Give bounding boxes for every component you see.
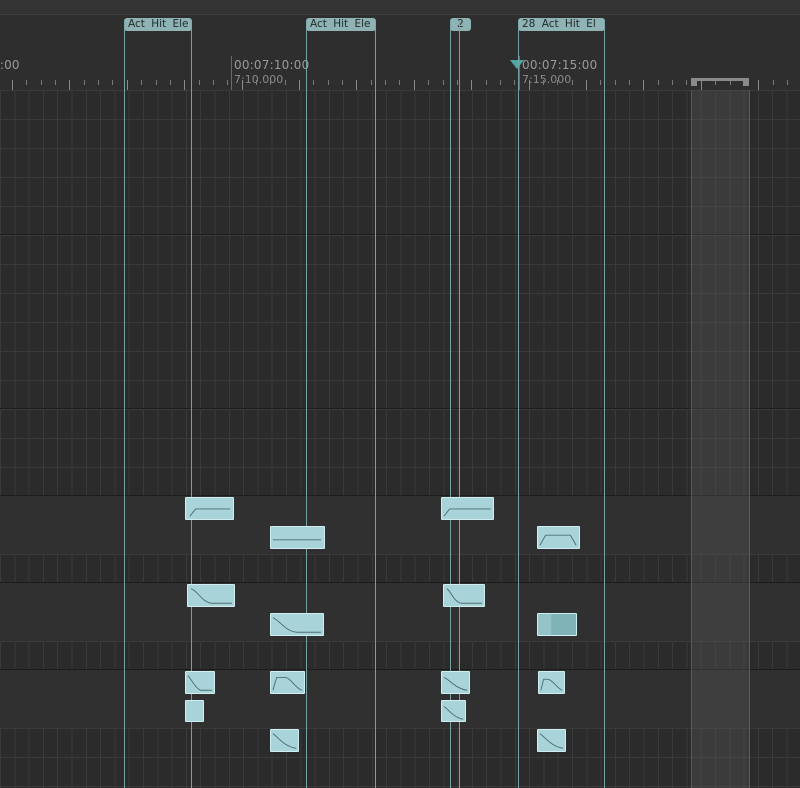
audio-clip[interactable] xyxy=(185,700,204,722)
ruler-tick xyxy=(55,80,56,85)
ruler-tick xyxy=(141,80,142,85)
ruler-tick xyxy=(26,80,27,85)
audio-clip[interactable] xyxy=(185,671,215,694)
marker-tag-4[interactable]: 28 Act Hit El xyxy=(518,18,605,31)
audio-clip[interactable] xyxy=(537,729,566,752)
audio-clip[interactable] xyxy=(185,497,234,520)
audio-clip[interactable] xyxy=(270,613,324,636)
ruler-tick xyxy=(643,80,644,90)
lane-divider xyxy=(0,408,800,409)
time-label-prev: 5:00 xyxy=(0,58,20,72)
ruler-tick xyxy=(586,80,587,90)
marker-tag-3[interactable]: 2 xyxy=(450,18,471,31)
marker-line xyxy=(124,20,125,788)
loop-region[interactable] xyxy=(691,90,750,788)
ruler-tick xyxy=(500,80,501,85)
audio-clip[interactable] xyxy=(270,671,305,694)
marker-line xyxy=(375,20,376,788)
audio-clip[interactable] xyxy=(441,700,466,722)
ruler-tick xyxy=(199,80,200,85)
ruler-tick xyxy=(69,80,70,90)
audio-clip[interactable] xyxy=(441,497,494,520)
ruler-tick xyxy=(471,80,472,90)
loop-range-handle-icon[interactable] xyxy=(691,78,749,88)
ruler-tick xyxy=(443,80,444,85)
ruler-tick xyxy=(773,80,774,85)
ruler-tick xyxy=(787,80,788,85)
time-label-7-10: 00:07:10:00 xyxy=(234,58,310,72)
ruler-tick xyxy=(686,80,687,85)
timeline-ruler[interactable]: 5:00 00:07:10:00 7:10.000 00:07:15:00 7:… xyxy=(0,0,800,90)
audio-clip[interactable] xyxy=(270,729,299,752)
audio-clip[interactable] xyxy=(187,584,235,607)
ruler-tick xyxy=(285,80,286,85)
ruler-tick xyxy=(112,80,113,85)
ruler-tick xyxy=(543,80,544,85)
lane-divider xyxy=(0,582,800,583)
audio-clip[interactable] xyxy=(537,613,577,636)
ruler-tick xyxy=(12,80,13,90)
ruler-tick xyxy=(213,80,214,85)
ruler-tick xyxy=(658,80,659,85)
audio-clip[interactable] xyxy=(441,671,470,694)
ruler-tick xyxy=(313,80,314,85)
ruler-tick xyxy=(41,80,42,85)
ruler-tick xyxy=(514,80,515,85)
ruler-tick xyxy=(156,80,157,85)
ruler-tick xyxy=(184,80,185,90)
marker-tag-2[interactable]: Act Hit Ele xyxy=(306,18,376,31)
lane-divider xyxy=(0,234,800,235)
marker-tag-1[interactable]: Act Hit Ele xyxy=(124,18,192,31)
ruler-tick xyxy=(342,80,343,85)
ruler-tick xyxy=(600,80,601,85)
ruler-ticks xyxy=(0,80,800,90)
lane-divider xyxy=(0,495,800,496)
ruler-tick xyxy=(486,80,487,85)
audio-clip[interactable] xyxy=(538,671,565,694)
ruler-tick xyxy=(615,80,616,85)
ruler-tick xyxy=(457,80,458,85)
audio-clip[interactable] xyxy=(537,526,580,549)
ruler-tick xyxy=(84,80,85,85)
ruler-tick xyxy=(127,80,128,90)
ruler-tick xyxy=(227,80,228,85)
marker-line xyxy=(518,20,519,788)
track-lane-highlight xyxy=(0,496,800,554)
ruler-tick xyxy=(672,80,673,85)
ruler-tick xyxy=(414,80,415,90)
ruler-tick xyxy=(356,80,357,90)
marker-strip[interactable] xyxy=(0,0,800,15)
ruler-tick xyxy=(758,80,759,90)
track-lane-highlight xyxy=(0,583,800,641)
playhead-triangle-icon[interactable] xyxy=(510,60,524,69)
time-label-7-15: 00:07:15:00 xyxy=(522,58,598,72)
ruler-tick xyxy=(98,80,99,85)
ruler-tick xyxy=(328,80,329,85)
ruler-tick xyxy=(428,80,429,85)
audio-clip[interactable] xyxy=(443,584,485,607)
ruler-tick xyxy=(299,80,300,90)
ruler-tick xyxy=(385,80,386,85)
ruler-tick xyxy=(572,80,573,85)
track-lane-highlight xyxy=(0,670,800,728)
marker-line xyxy=(306,20,307,788)
ruler-tick xyxy=(629,80,630,85)
ruler-tick xyxy=(529,80,530,90)
ruler-tick xyxy=(371,80,372,85)
ruler-tick xyxy=(242,80,243,90)
ruler-tick xyxy=(399,80,400,85)
audio-clip[interactable] xyxy=(270,526,325,549)
ruler-tick xyxy=(170,80,171,85)
ruler-tick xyxy=(256,80,257,85)
ruler-tick xyxy=(270,80,271,85)
marker-line xyxy=(604,20,605,788)
arrangement-grid[interactable] xyxy=(0,90,800,788)
lane-divider xyxy=(0,669,800,670)
ruler-tick xyxy=(557,80,558,85)
